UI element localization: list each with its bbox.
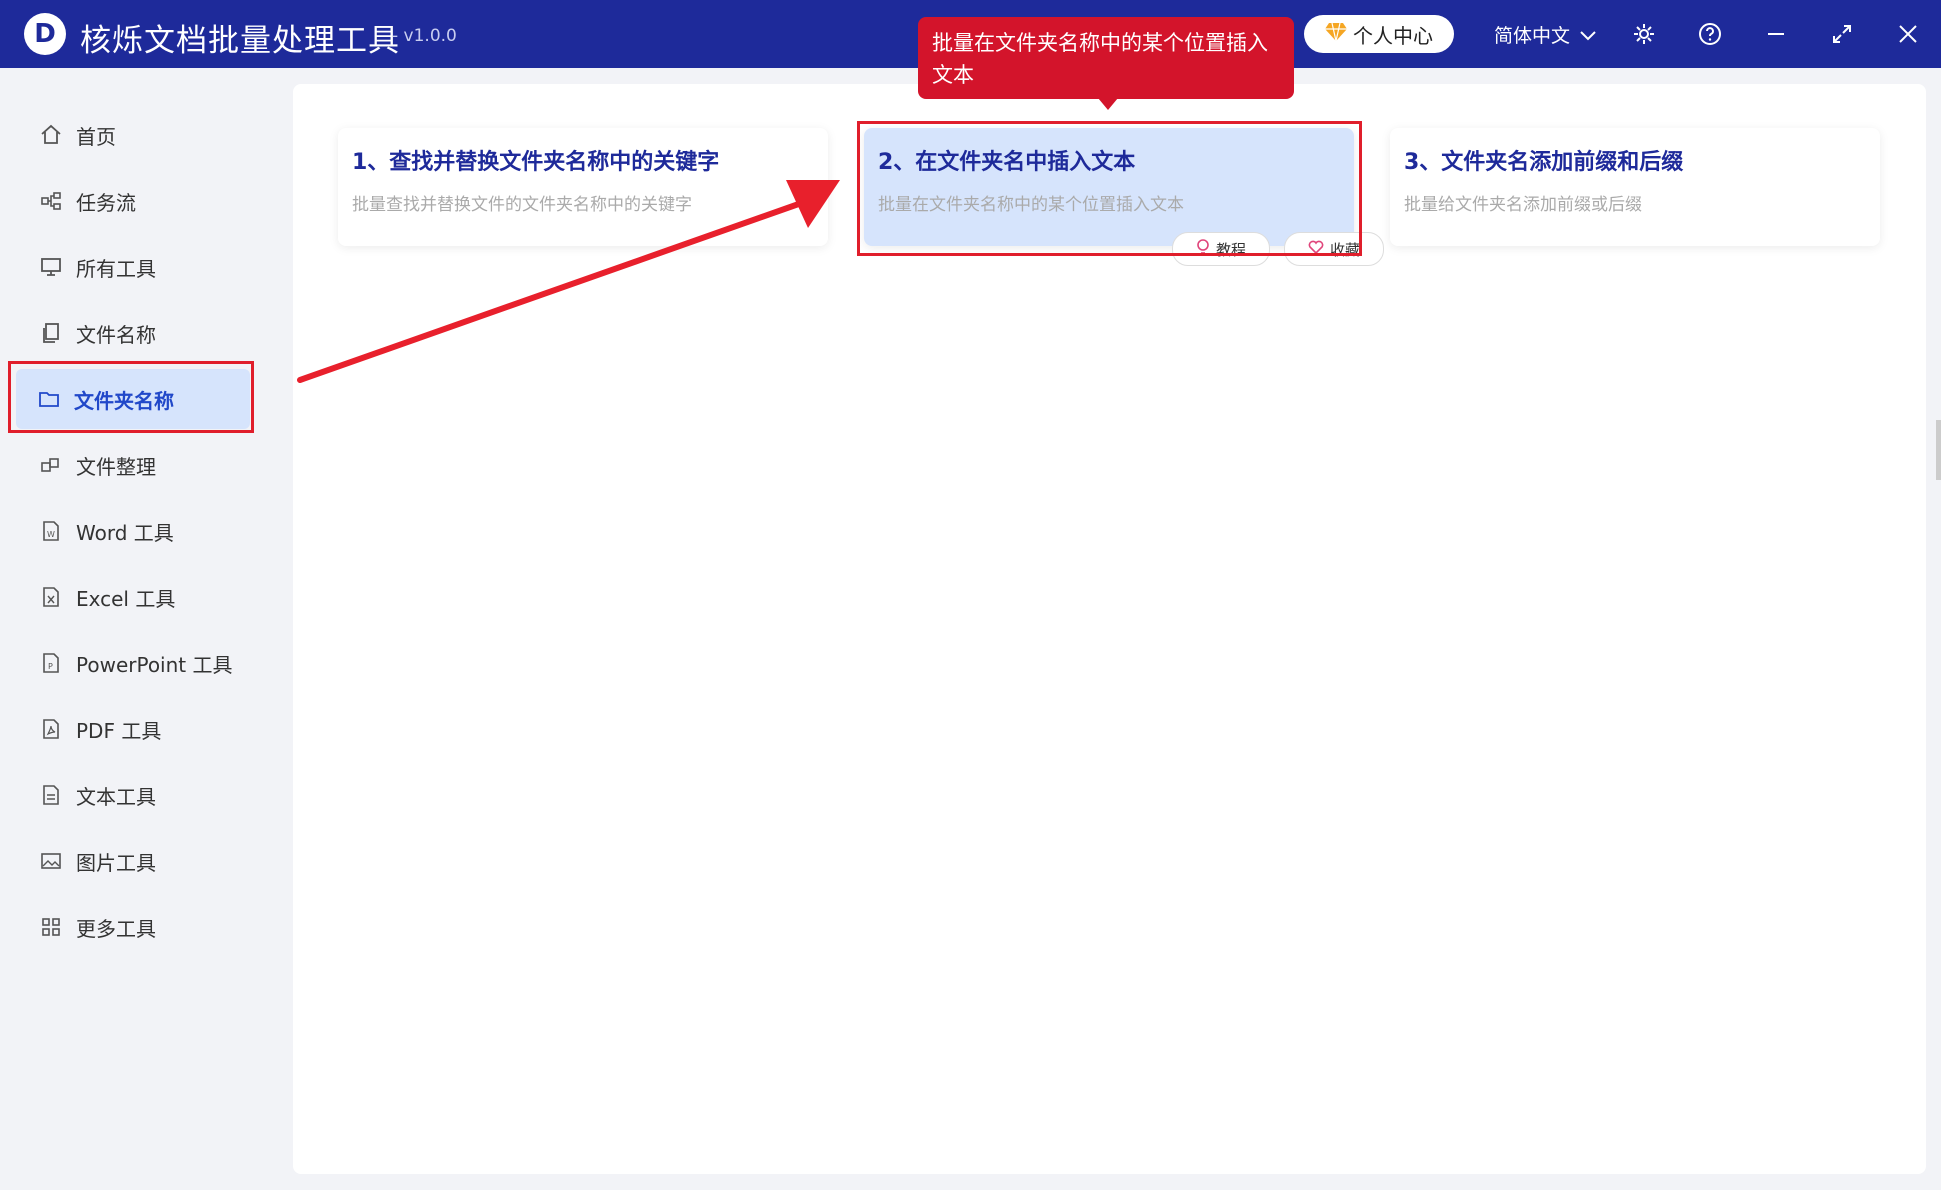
- scrollbar[interactable]: [1936, 420, 1941, 480]
- annotation-arrow: [297, 180, 840, 383]
